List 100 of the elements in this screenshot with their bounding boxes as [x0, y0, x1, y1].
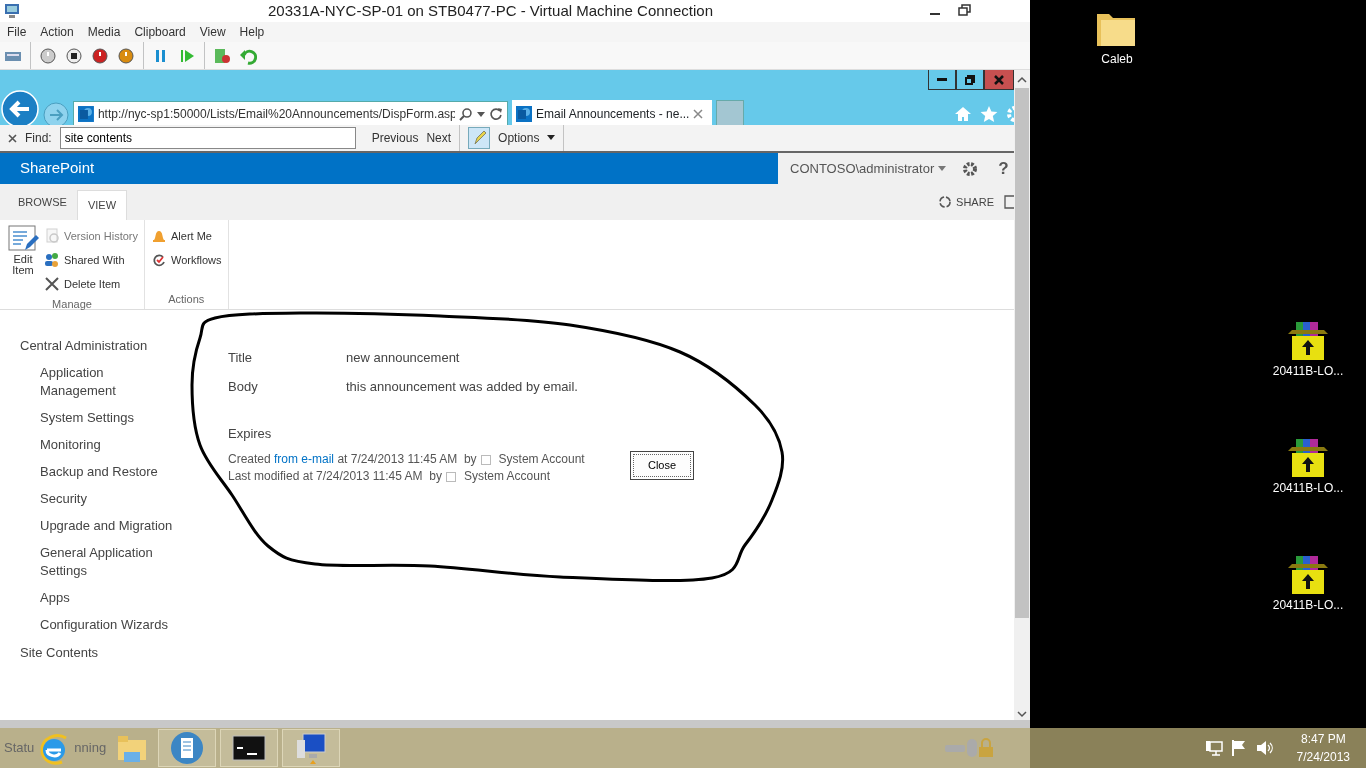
- checkpoint-icon[interactable]: [213, 46, 231, 65]
- share-button[interactable]: SHARE: [938, 184, 994, 220]
- field-label: Expires: [228, 425, 273, 443]
- presence-icon: [480, 454, 491, 465]
- clock-time: 8:47 PM: [1300, 731, 1346, 748]
- user-link[interactable]: System Account: [463, 468, 550, 485]
- close-icon: [994, 74, 1004, 85]
- highlight-icon[interactable]: [468, 127, 491, 149]
- horizontal-scrollbar[interactable]: [0, 720, 1030, 728]
- scroll-up-icon[interactable]: [1017, 76, 1027, 84]
- caret-icon[interactable]: [477, 110, 486, 118]
- scrollbar-thumb[interactable]: [1015, 88, 1029, 618]
- status-text: Statu: [3, 739, 35, 758]
- workflow-icon: [151, 252, 167, 268]
- desktop-icon-label[interactable]: 20411B-LO...: [1272, 362, 1344, 380]
- ribbon-button[interactable]: Alert Me: [151, 224, 222, 248]
- taskbar-button[interactable]: [220, 729, 279, 767]
- lock-icon: [978, 738, 994, 758]
- bell-icon: [151, 228, 167, 244]
- close-icon[interactable]: [693, 109, 704, 119]
- sharepoint-logo[interactable]: SharePoint: [0, 153, 778, 184]
- nav-link[interactable]: Security: [20, 489, 180, 508]
- browser-tab[interactable]: Email Announcements - ne...: [512, 100, 712, 128]
- close-button[interactable]: [984, 70, 1014, 90]
- caret-icon: [547, 135, 556, 141]
- created-text: Created from e-mail at 7/24/2013 11:45 AM by: [228, 451, 477, 468]
- find-field[interactable]: site contents: [59, 127, 356, 149]
- find-label: Find:: [25, 130, 52, 147]
- version-history-icon: [44, 228, 60, 244]
- minimize-button[interactable]: [928, 70, 956, 90]
- speaker-icon[interactable]: [1254, 739, 1273, 757]
- status-text: nning: [74, 739, 107, 758]
- sharepoint-icon: [516, 106, 532, 122]
- nav-link[interactable]: Monitoring: [20, 435, 180, 454]
- close-icon[interactable]: [8, 133, 17, 143]
- back-icon[interactable]: [1, 90, 39, 128]
- field-value: this announcement was added by email.: [346, 378, 578, 396]
- share-icon: [938, 195, 953, 209]
- desktop-icon-label[interactable]: Caleb: [1101, 50, 1133, 68]
- menu-item[interactable]: View: [192, 23, 233, 41]
- server-icon: [169, 730, 206, 766]
- search-icon[interactable]: [459, 107, 474, 121]
- power-icon[interactable]: [39, 46, 57, 65]
- nav-link[interactable]: Upgrade and Migration: [20, 516, 180, 535]
- nav-link[interactable]: Central Administration: [20, 336, 208, 356]
- ribbon-button[interactable]: Delete Item: [44, 272, 138, 296]
- user-link[interactable]: System Account: [498, 451, 585, 468]
- keyboard-icon: [944, 743, 966, 753]
- next-button[interactable]: Next: [426, 129, 452, 147]
- nav-link[interactable]: Site Contents: [20, 642, 208, 662]
- power-icon[interactable]: [117, 46, 135, 65]
- field-value: new announcement: [346, 349, 460, 367]
- restore-icon: [965, 74, 975, 85]
- source-link[interactable]: from e-mail: [274, 452, 335, 466]
- settings-icon[interactable]: [962, 160, 979, 177]
- focus-icon[interactable]: [1002, 195, 1014, 209]
- refresh-icon[interactable]: [489, 107, 503, 121]
- nav-link[interactable]: Apps: [20, 588, 180, 607]
- nav-link[interactable]: Configuration Wizards: [20, 615, 180, 634]
- desktop-icon-label[interactable]: 20411B-LO...: [1272, 479, 1344, 497]
- flag-icon[interactable]: [1230, 739, 1247, 757]
- mouse-icon: [966, 738, 978, 758]
- desktop-icon-label[interactable]: 20411B-LO...: [1272, 596, 1344, 614]
- ribbon-button[interactable]: Shared With: [44, 248, 138, 272]
- ribbon-button[interactable]: Workflows: [151, 248, 222, 272]
- stop-icon[interactable]: [65, 46, 83, 65]
- power-icon[interactable]: [91, 46, 109, 65]
- menu-item[interactable]: Help: [232, 23, 272, 41]
- menu-item[interactable]: Clipboard: [127, 23, 193, 41]
- scroll-down-icon[interactable]: [1017, 710, 1027, 718]
- edit-item-button[interactable]: Edit Item: [6, 224, 40, 296]
- minimize-icon: [937, 77, 947, 82]
- nav-link[interactable]: Backup and Restore: [20, 462, 180, 481]
- menu-item[interactable]: Action: [33, 23, 81, 41]
- close-button[interactable]: Close: [630, 451, 694, 480]
- caret-icon: [938, 165, 947, 172]
- clock-date: 7/24/2013: [1296, 749, 1350, 766]
- menu-item[interactable]: File: [0, 23, 34, 41]
- sharepoint-icon: [78, 106, 94, 122]
- presence-icon: [445, 471, 456, 482]
- menu-item[interactable]: Media: [80, 23, 128, 41]
- vm-window-icon: [3, 3, 21, 19]
- field-label: Body: [228, 378, 259, 396]
- options-button[interactable]: Options: [498, 129, 556, 147]
- network-icon[interactable]: [1204, 739, 1223, 757]
- people-icon: [44, 252, 60, 268]
- nav-link[interactable]: General Application Settings: [20, 543, 180, 580]
- user-menu[interactable]: CONTOSO\administrator: [786, 158, 947, 179]
- nav-link[interactable]: System Settings: [20, 408, 180, 427]
- nav-link[interactable]: Application Management: [20, 363, 180, 400]
- ribbon-tab[interactable]: BROWSE: [8, 184, 77, 220]
- group-label: Manage: [51, 297, 93, 312]
- previous-button[interactable]: Previous: [371, 129, 419, 147]
- window-title: 20331A-NYC-SP-01 on STB0477-PC - Virtual Machine Connection: [267, 0, 714, 21]
- delete-icon: [44, 276, 60, 292]
- group-label: Actions: [167, 291, 206, 307]
- modified-text: Last modified at 7/24/2013 11:45 AM by: [228, 468, 442, 485]
- field-label: Title: [228, 349, 254, 367]
- ribbon-tab[interactable]: VIEW: [76, 190, 128, 220]
- help-button[interactable]: ?: [998, 155, 1009, 182]
